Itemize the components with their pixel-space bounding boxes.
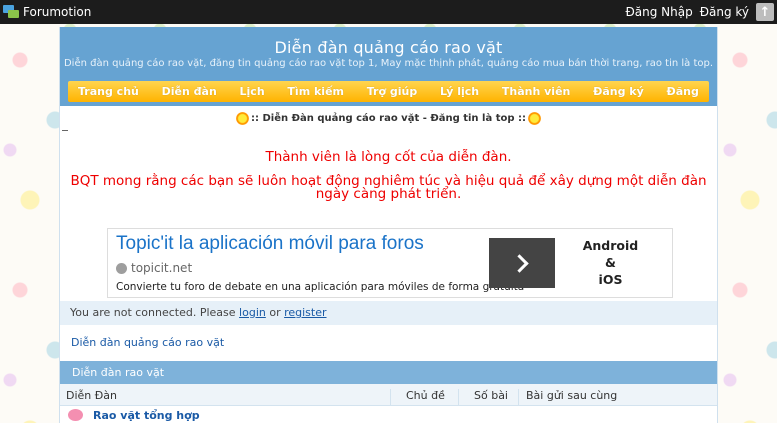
chevron-right-icon [509,253,529,273]
ad-platforms: Android & iOS [568,237,653,288]
notice-middle: or [265,306,285,319]
announcement-line-1: Thành viên là lòng cốt của diễn đàn. [265,149,512,165]
ad-open-button[interactable] [489,238,555,288]
forum-column-headers: Diễn Đàn Chủ đề Số bài Bài gửi sau cùng [60,384,717,411]
breadcrumb[interactable]: Diễn đàn quảng cáo rao vặt [71,336,224,349]
notice-prefix: You are not connected. Please [70,306,240,319]
ad-title[interactable]: Topic'it la aplicación móvil para foros [116,233,424,255]
platform-ios: iOS [598,272,623,287]
nav-search[interactable]: Tìm kiếm [287,85,344,98]
not-connected-notice: You are not connected. Please login or r… [60,301,717,325]
register-link[interactable]: Đăng ký [700,5,749,19]
platform-amp: & [605,255,616,270]
col-forum: Diễn Đàn [66,389,117,402]
notice-register-link[interactable]: register [284,306,326,319]
nav-help[interactable]: Trợ giúp [367,85,417,98]
forum-container: Diễn đàn quảng cáo rao vặt Diễn đàn quản… [59,27,718,423]
forum-header: Diễn đàn quảng cáo rao vặt Diễn đàn quản… [60,27,717,77]
divider [62,130,68,131]
col-last-post: Bài gửi sau cùng [526,389,618,402]
sun-icon [236,112,250,125]
forum-category-header[interactable]: Diễn đàn rao vặt [60,361,717,384]
forumotion-logo-icon [3,5,19,19]
nav-strip: Trang chủ Diễn đàn Lịch Tìm kiếm Trợ giú… [60,77,717,106]
topicit-ad-banner[interactable]: Topic'it la aplicación móvil para foros … [107,228,673,298]
nav-register[interactable]: Đăng ký [593,85,644,98]
forumotion-brand[interactable]: Forumotion [0,5,91,19]
ad-domain: topicit.net [131,261,193,275]
nav-members[interactable]: Thành viên [502,85,570,98]
announcement: :: Diễn Đàn quảng cáo rao vặt - Đăng tin… [60,106,717,201]
nav-home[interactable]: Trang chủ [78,85,139,98]
col-posts: Số bài [474,389,508,402]
nav-login[interactable]: Đăng [667,85,699,98]
platform-android: Android [582,238,639,253]
sun-icon [527,112,541,125]
nav-calendar[interactable]: Lịch [240,85,265,98]
forum-status-icon [68,409,83,421]
forum-title[interactable]: Diễn đàn quảng cáo rao vặt [60,38,717,57]
globe-icon [116,262,127,274]
col-topics: Chủ đề [406,389,445,402]
notice-login-link[interactable]: login [239,306,266,319]
table-row[interactable]: Rao vặt tổng hợp [60,406,717,423]
scroll-top-arrow-icon[interactable]: ↑ [756,3,774,21]
nav-profile[interactable]: Lý lịch [440,85,479,98]
login-link[interactable]: Đăng Nhập [625,5,692,19]
main-navbar: Trang chủ Diễn đàn Lịch Tìm kiếm Trợ giú… [68,81,709,102]
brand-label: Forumotion [23,5,92,19]
forumotion-toolbar: Forumotion Đăng Nhập Đăng ký ↑ [0,0,777,24]
announcement-line-2: BQT mong rằng các bạn sẽ luôn hoạt động … [70,173,707,202]
nav-forum[interactable]: Diễn đàn [162,85,217,98]
forum-name-link[interactable]: Rao vặt tổng hợp [93,409,200,422]
forum-description: Diễn đàn quảng cáo rao vặt, đăng tin quả… [63,58,714,69]
announcement-subtitle: :: Diễn Đàn quảng cáo rao vặt - Đăng tin… [251,113,526,124]
ad-description: Convierte tu foro de debate en una aplic… [116,281,525,293]
